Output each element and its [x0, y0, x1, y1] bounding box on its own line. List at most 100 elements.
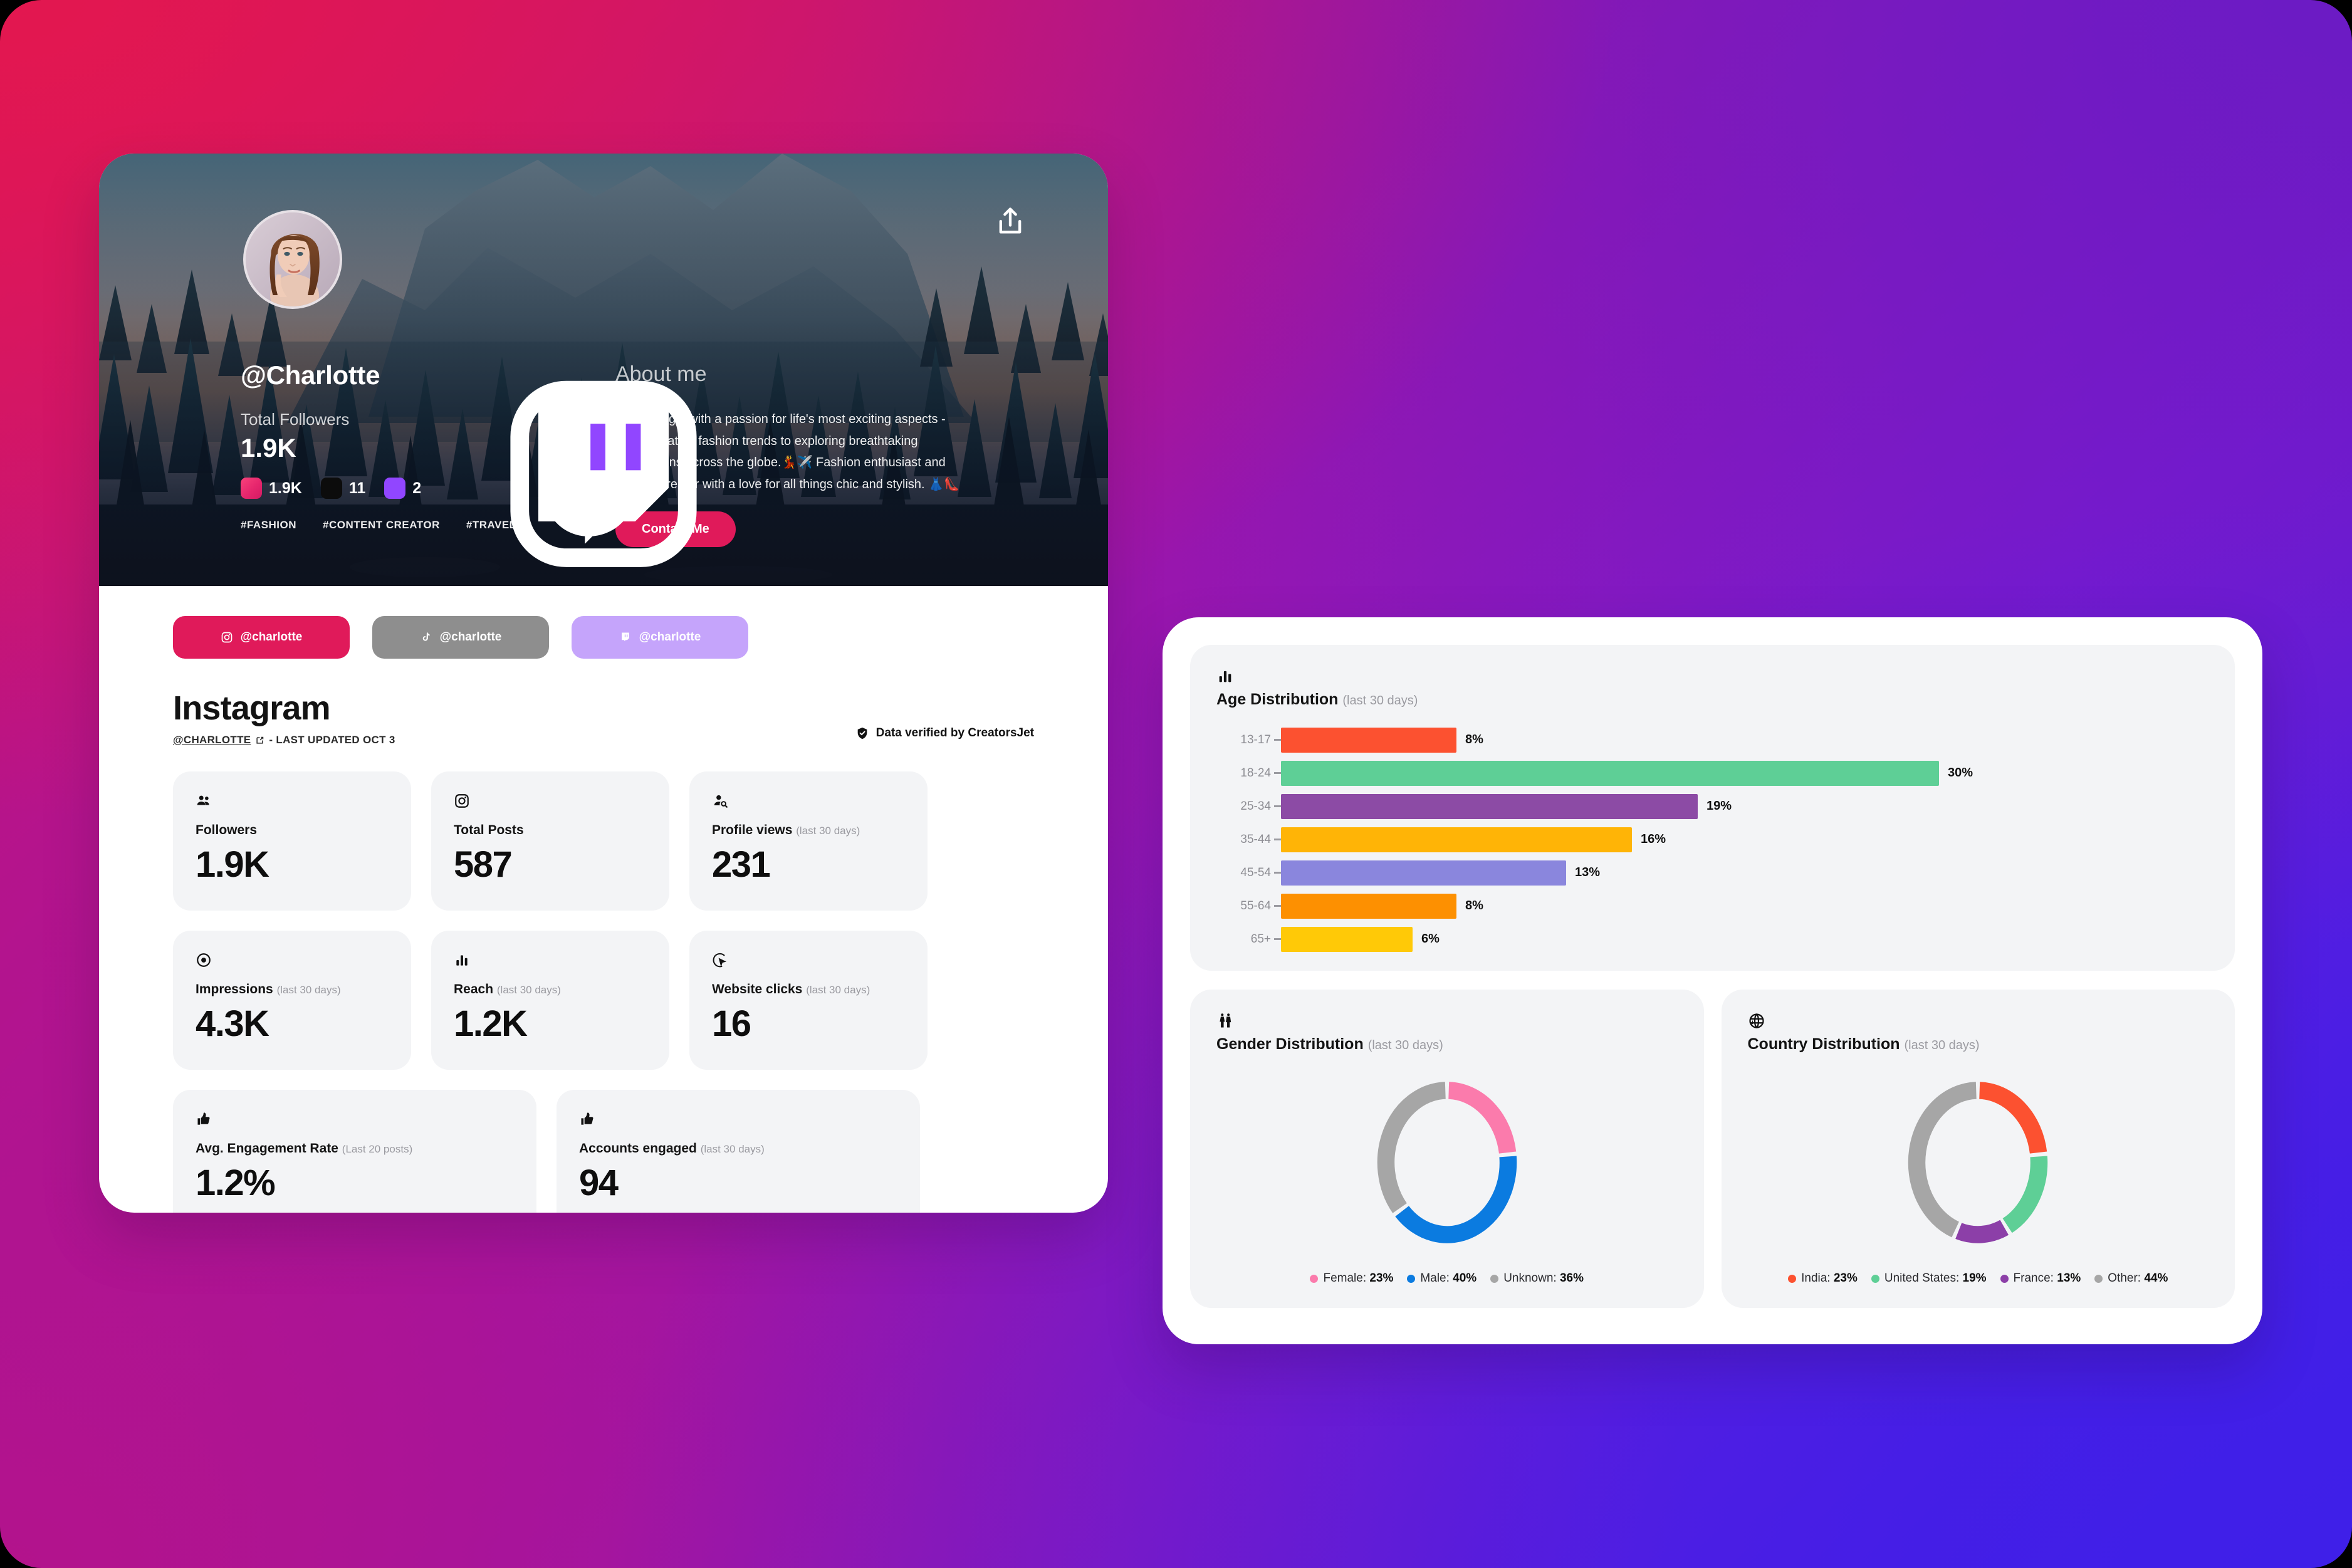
stats-row: Impressions (last 30 days) 4.3K Reach (l…: [173, 931, 1034, 1070]
thumbs-up-icon: [196, 1111, 514, 1132]
stat-label: Profile views (last 30 days): [712, 823, 905, 837]
stat-period: (Last 20 posts): [342, 1143, 413, 1156]
stat-label: Followers: [196, 823, 389, 837]
donut-segment: [1955, 1220, 2009, 1243]
legend-item: India: 23%: [1788, 1272, 1858, 1285]
stat-label-text: Avg. Engagement Rate: [196, 1141, 338, 1156]
platform-pill-twitch[interactable]: @charlotte: [572, 616, 748, 659]
age-bar-category: 45-54: [1240, 865, 1271, 879]
age-bar: [1281, 727, 1456, 753]
platform-pill-instagram[interactable]: @charlotte: [173, 616, 350, 659]
stats-row: Followers 1.9K Total Posts 587 Profile v…: [173, 771, 1034, 911]
age-bar-category: 35-44: [1240, 832, 1271, 846]
stat-label-text: Followers: [196, 823, 258, 837]
stat-period: (last 30 days): [700, 1143, 765, 1156]
platform-handle-link[interactable]: @CHARLOTTE: [173, 734, 251, 746]
country-legend: India: 23% United States: 19% France: 13% O…: [1748, 1272, 2209, 1285]
age-distribution-card: Age Distribution (last 30 days) 13-17 8% 1…: [1190, 645, 2235, 971]
gender-donut-wrap: [1216, 1053, 1678, 1272]
stat-card-reach: Reach (last 30 days) 1.2K: [431, 931, 669, 1070]
stat-label-text: Profile views: [712, 823, 793, 837]
stat-label: Reach (last 30 days): [454, 982, 647, 996]
legend-value: 36%: [1559, 1272, 1584, 1285]
age-bar: [1281, 860, 1566, 886]
legend-label: France: 13%: [2013, 1272, 2081, 1285]
country-distribution-title: Country Distribution (last 30 days): [1748, 1035, 2209, 1053]
cover-photo: @Charlotte Total Followers 1.9K 1.9K 11 …: [99, 154, 1108, 586]
panel-title-text: Gender Distribution: [1216, 1035, 1364, 1053]
age-bar-value: 19%: [1707, 799, 1732, 813]
page-background: @Charlotte Total Followers 1.9K 1.9K 11 …: [0, 0, 2352, 1568]
age-bar-value: 16%: [1641, 832, 1666, 846]
donut-charts-row: Gender Distribution (last 30 days) Femal…: [1190, 990, 2235, 1308]
age-bar: [1281, 926, 1413, 952]
page-title: Instagram: [173, 689, 331, 727]
stat-value: 1.9K: [196, 844, 269, 886]
cover-content: @Charlotte Total Followers 1.9K 1.9K 11 …: [99, 362, 1108, 586]
legend-color-dot: [1788, 1274, 1797, 1283]
creator-profile-card: @Charlotte Total Followers 1.9K 1.9K 11 …: [99, 154, 1108, 1213]
gender-distribution-title: Gender Distribution (last 30 days): [1216, 1035, 1678, 1053]
age-distribution-chart: 13-17 8% 18-24 30% 25-34 19% 35-44 16% 45-54 13% 5…: [1216, 727, 2208, 952]
stat-label: Accounts engaged (last 30 days): [579, 1141, 897, 1156]
legend-label: Female: 23%: [1323, 1272, 1394, 1285]
gender-icon: [1216, 1012, 1678, 1036]
instagram-icon: [221, 632, 232, 643]
age-bar-category: 55-64: [1240, 899, 1271, 912]
axis-tick-mark: [1274, 805, 1281, 807]
gender-donut-chart: [1377, 1082, 1517, 1243]
stat-label: Total Posts: [454, 823, 647, 837]
age-bar-category: 13-17: [1240, 733, 1271, 746]
avatar[interactable]: [243, 210, 342, 309]
platform-subtitle: @CHARLOTTE - LAST UPDATED OCT 3: [173, 734, 395, 746]
age-bar: [1281, 760, 1939, 786]
stat-card-total-posts: Total Posts 587: [431, 771, 669, 911]
legend-item: Female: 23%: [1310, 1272, 1393, 1285]
age-bar-row: 18-24 30%: [1216, 760, 2208, 786]
stat-label-text: Impressions: [196, 982, 273, 997]
legend-label: United States: 19%: [1884, 1272, 1987, 1285]
stat-value: 1.2%: [196, 1163, 276, 1204]
platform-pill-label: @charlotte: [439, 630, 502, 644]
cursor-click-icon: [712, 952, 905, 973]
gender-distribution-card: Gender Distribution (last 30 days) Femal…: [1190, 990, 1704, 1308]
legend-color-dot: [2094, 1274, 2103, 1283]
legend-item: United States: 19%: [1871, 1272, 1987, 1285]
country-donut-wrap: [1748, 1053, 2209, 1272]
country-donut-chart: [1908, 1082, 2048, 1243]
bar-chart-icon: [454, 952, 647, 973]
stat-card-followers: Followers 1.9K: [173, 771, 411, 911]
legend-color-dot: [1490, 1274, 1499, 1283]
platform-pill-group: @charlotte @charlotte @charlotte: [173, 616, 1034, 659]
bar-chart-icon: [1216, 667, 2208, 691]
legend-item: Unknown: 36%: [1490, 1272, 1584, 1285]
donut-segment: [1377, 1082, 1446, 1213]
platform-pill-tiktok[interactable]: @charlotte: [372, 616, 549, 659]
country-distribution-card: Country Distribution (last 30 days) Indi…: [1721, 990, 2235, 1308]
donut-segment: [2002, 1156, 2048, 1233]
age-bar-value: 30%: [1948, 766, 1973, 780]
stat-period: (last 30 days): [796, 825, 860, 837]
donut-segment: [1395, 1156, 1517, 1243]
age-distribution-title: Age Distribution (last 30 days): [1216, 691, 2208, 709]
age-bar-category: 25-34: [1240, 799, 1271, 813]
stats-row: Avg. Engagement Rate (Last 20 posts) 1.2…: [173, 1090, 1034, 1213]
stat-label: Avg. Engagement Rate (Last 20 posts): [196, 1141, 514, 1156]
legend-color-dot: [1407, 1274, 1416, 1283]
stat-period: (last 30 days): [496, 984, 561, 996]
globe-icon: [1748, 1012, 2209, 1036]
panel-period: (last 30 days): [1904, 1038, 1980, 1052]
panel-title-text: Age Distribution: [1216, 691, 1339, 708]
stat-value: 94: [579, 1163, 619, 1204]
panel-period: (last 30 days): [1367, 1038, 1443, 1052]
share-button[interactable]: [994, 204, 1027, 239]
social-stat-twitch[interactable]: 2: [384, 390, 669, 545]
platform-pill-label: @charlotte: [240, 630, 303, 644]
verified-label: Data verified by CreatorsJet: [875, 726, 1034, 740]
instagram-icon: [454, 793, 647, 814]
people-icon: [196, 793, 389, 814]
platform-header: Instagram @CHARLOTTE - LAST UPDATED OCT …: [173, 691, 1034, 746]
external-link-icon[interactable]: [255, 736, 264, 745]
stat-card-profile-views: Profile views (last 30 days) 231: [689, 771, 928, 911]
platform-header-left: Instagram @CHARLOTTE - LAST UPDATED OCT …: [173, 691, 395, 746]
